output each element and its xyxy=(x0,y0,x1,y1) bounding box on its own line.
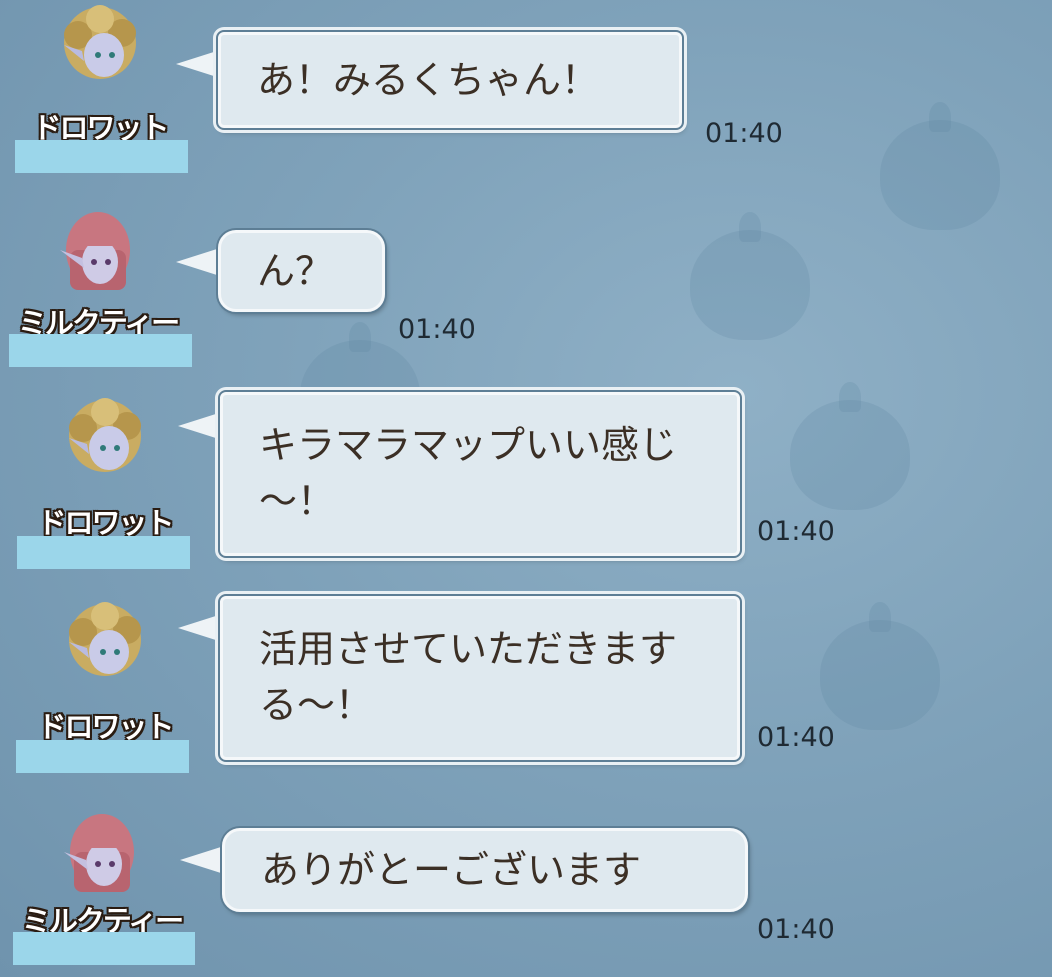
avatar-milktea-icon xyxy=(60,212,130,290)
message-bubble[interactable]: ありがとーございます xyxy=(222,828,748,912)
redacted-name-bar xyxy=(13,932,195,965)
bubble-tail xyxy=(176,50,220,78)
message-bubble[interactable]: キラマラマップいい感じ～！ xyxy=(220,392,740,556)
background-slime-icon xyxy=(820,602,940,730)
message-time: 01:40 xyxy=(757,914,835,945)
avatar-milktea-icon xyxy=(64,814,134,892)
background-slime-icon xyxy=(790,382,910,510)
message-time: 01:40 xyxy=(705,118,783,149)
redacted-name-bar xyxy=(16,740,189,773)
message-time: 01:40 xyxy=(757,722,835,753)
bubble-tail xyxy=(176,248,220,276)
bubble-tail xyxy=(178,412,222,440)
bubble-tail xyxy=(178,614,222,642)
avatar-drowatt-icon xyxy=(69,398,141,472)
avatar-drowatt-icon xyxy=(69,602,141,676)
redacted-name-bar xyxy=(17,536,190,569)
message-bubble[interactable]: ん？ xyxy=(218,230,385,312)
background-slime-icon xyxy=(880,102,1000,230)
message-bubble[interactable]: あ！みるくちゃん！ xyxy=(218,32,682,128)
bubble-tail xyxy=(180,846,224,874)
message-time: 01:40 xyxy=(757,516,835,547)
avatar-drowatt-icon xyxy=(64,5,136,79)
redacted-name-bar xyxy=(15,140,188,173)
message-time: 01:40 xyxy=(398,314,476,345)
message-bubble[interactable]: 活用させていただきまする～！ xyxy=(220,596,740,760)
redacted-name-bar xyxy=(9,334,192,367)
background-slime-icon xyxy=(690,212,810,340)
